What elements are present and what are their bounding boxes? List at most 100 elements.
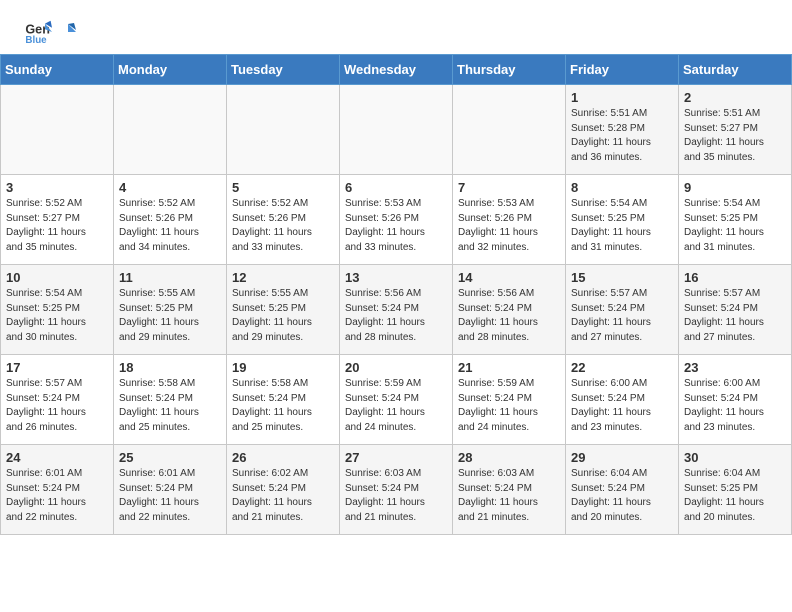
day-number: 7 xyxy=(458,180,560,195)
day-header-saturday: Saturday xyxy=(679,55,792,85)
calendar-cell: 4 Sunrise: 5:52 AM Sunset: 5:26 PM Daylig… xyxy=(114,175,227,265)
day-number: 27 xyxy=(345,450,447,465)
calendar-cell: 3Sunrise: 5:52 AM Sunset: 5:27 PM Daylig… xyxy=(1,175,114,265)
day-header-tuesday: Tuesday xyxy=(227,55,340,85)
day-info: Sunrise: 5:56 AM Sunset: 5:24 PM Dayligh… xyxy=(345,287,447,345)
day-info: Sunrise: 6:00 AM Sunset: 5:24 PM Dayligh… xyxy=(684,377,786,435)
day-number: 9 xyxy=(684,180,786,195)
day-number: 24 xyxy=(6,450,108,465)
calendar-cell xyxy=(340,85,453,175)
day-info: Sunrise: 5:51 AM Sunset: 5:28 PM Dayligh… xyxy=(571,107,673,165)
day-number: 21 xyxy=(458,360,560,375)
day-header-friday: Friday xyxy=(566,55,679,85)
day-number: 4 xyxy=(119,180,221,195)
day-number: 17 xyxy=(6,360,108,375)
day-info: Sunrise: 5:52 AM Sunset: 5:26 PM Dayligh… xyxy=(232,197,334,255)
day-number: 13 xyxy=(345,270,447,285)
day-info: Sunrise: 5:53 AM Sunset: 5:26 PM Dayligh… xyxy=(458,197,560,255)
day-number: 3 xyxy=(6,180,108,195)
calendar-cell: 26 Sunrise: 6:02 AM Sunset: 5:24 PM Dayli… xyxy=(227,445,340,535)
day-number: 11 xyxy=(119,270,221,285)
day-number: 12 xyxy=(232,270,334,285)
day-number: 2 xyxy=(684,90,786,105)
week-row-3: 10 Sunrise: 5:54 AM Sunset: 5:25 PM Dayli… xyxy=(1,265,792,355)
logo-icon: Gen Blue xyxy=(24,18,52,46)
calendar-cell: 21 Sunrise: 5:59 AM Sunset: 5:24 PM Dayli… xyxy=(453,355,566,445)
day-number: 29 xyxy=(571,450,673,465)
logo-flag-icon xyxy=(58,22,78,42)
calendar-body: 1 Sunrise: 5:51 AM Sunset: 5:28 PM Daylig… xyxy=(1,85,792,535)
day-number: 10 xyxy=(6,270,108,285)
day-number: 15 xyxy=(571,270,673,285)
calendar-cell: 28 Sunrise: 6:03 AM Sunset: 5:24 PM Dayli… xyxy=(453,445,566,535)
calendar-cell xyxy=(227,85,340,175)
calendar-cell: 12Sunrise: 5:55 AM Sunset: 5:25 PM Dayli… xyxy=(227,265,340,355)
day-info: Sunrise: 5:54 AM Sunset: 5:25 PM Dayligh… xyxy=(571,197,673,255)
day-number: 23 xyxy=(684,360,786,375)
calendar-cell xyxy=(453,85,566,175)
calendar-cell: 19Sunrise: 5:58 AM Sunset: 5:24 PM Dayli… xyxy=(227,355,340,445)
day-info: Sunrise: 5:54 AM Sunset: 5:25 PM Dayligh… xyxy=(6,287,108,345)
day-info: Sunrise: 6:01 AM Sunset: 5:24 PM Dayligh… xyxy=(119,467,221,525)
calendar-cell: 18Sunrise: 5:58 AM Sunset: 5:24 PM Dayli… xyxy=(114,355,227,445)
calendar-cell: 9Sunrise: 5:54 AM Sunset: 5:25 PM Daylig… xyxy=(679,175,792,265)
calendar-cell: 16Sunrise: 5:57 AM Sunset: 5:24 PM Dayli… xyxy=(679,265,792,355)
day-info: Sunrise: 5:57 AM Sunset: 5:24 PM Dayligh… xyxy=(6,377,108,435)
days-of-week-row: SundayMondayTuesdayWednesdayThursdayFrid… xyxy=(1,55,792,85)
calendar-cell: 7 Sunrise: 5:53 AM Sunset: 5:26 PM Daylig… xyxy=(453,175,566,265)
day-number: 6 xyxy=(345,180,447,195)
day-header-sunday: Sunday xyxy=(1,55,114,85)
calendar-cell: 17 Sunrise: 5:57 AM Sunset: 5:24 PM Dayli… xyxy=(1,355,114,445)
calendar-table: SundayMondayTuesdayWednesdayThursdayFrid… xyxy=(0,54,792,535)
calendar-cell: 6 Sunrise: 5:53 AM Sunset: 5:26 PM Daylig… xyxy=(340,175,453,265)
calendar-cell: 2 Sunrise: 5:51 AM Sunset: 5:27 PM Daylig… xyxy=(679,85,792,175)
day-header-wednesday: Wednesday xyxy=(340,55,453,85)
calendar-cell: 25 Sunrise: 6:01 AM Sunset: 5:24 PM Dayli… xyxy=(114,445,227,535)
day-info: Sunrise: 6:04 AM Sunset: 5:24 PM Dayligh… xyxy=(571,467,673,525)
day-info: Sunrise: 6:01 AM Sunset: 5:24 PM Dayligh… xyxy=(6,467,108,525)
calendar-cell: 22 Sunrise: 6:00 AM Sunset: 5:24 PM Dayli… xyxy=(566,355,679,445)
day-info: Sunrise: 5:59 AM Sunset: 5:24 PM Dayligh… xyxy=(345,377,447,435)
day-info: Sunrise: 6:04 AM Sunset: 5:25 PM Dayligh… xyxy=(684,467,786,525)
day-info: Sunrise: 6:03 AM Sunset: 5:24 PM Dayligh… xyxy=(458,467,560,525)
week-row-5: 24 Sunrise: 6:01 AM Sunset: 5:24 PM Dayli… xyxy=(1,445,792,535)
day-info: Sunrise: 5:53 AM Sunset: 5:26 PM Dayligh… xyxy=(345,197,447,255)
day-number: 8 xyxy=(571,180,673,195)
calendar-cell: 27 Sunrise: 6:03 AM Sunset: 5:24 PM Dayli… xyxy=(340,445,453,535)
logo: Gen Blue xyxy=(24,18,80,46)
day-info: Sunrise: 6:00 AM Sunset: 5:24 PM Dayligh… xyxy=(571,377,673,435)
week-row-1: 1 Sunrise: 5:51 AM Sunset: 5:28 PM Daylig… xyxy=(1,85,792,175)
calendar-cell: 15 Sunrise: 5:57 AM Sunset: 5:24 PM Dayli… xyxy=(566,265,679,355)
day-info: Sunrise: 6:03 AM Sunset: 5:24 PM Dayligh… xyxy=(345,467,447,525)
week-row-2: 3Sunrise: 5:52 AM Sunset: 5:27 PM Daylig… xyxy=(1,175,792,265)
calendar-cell xyxy=(1,85,114,175)
calendar-cell: 10 Sunrise: 5:54 AM Sunset: 5:25 PM Dayli… xyxy=(1,265,114,355)
day-number: 5 xyxy=(232,180,334,195)
day-number: 14 xyxy=(458,270,560,285)
calendar-cell: 1 Sunrise: 5:51 AM Sunset: 5:28 PM Daylig… xyxy=(566,85,679,175)
day-number: 26 xyxy=(232,450,334,465)
day-info: Sunrise: 5:56 AM Sunset: 5:24 PM Dayligh… xyxy=(458,287,560,345)
calendar-cell: 30 Sunrise: 6:04 AM Sunset: 5:25 PM Dayli… xyxy=(679,445,792,535)
page-header: Gen Blue xyxy=(0,0,792,54)
day-number: 19 xyxy=(232,360,334,375)
day-info: Sunrise: 5:55 AM Sunset: 5:25 PM Dayligh… xyxy=(119,287,221,345)
calendar-cell xyxy=(114,85,227,175)
week-row-4: 17 Sunrise: 5:57 AM Sunset: 5:24 PM Dayli… xyxy=(1,355,792,445)
day-number: 1 xyxy=(571,90,673,105)
day-number: 30 xyxy=(684,450,786,465)
day-info: Sunrise: 5:51 AM Sunset: 5:27 PM Dayligh… xyxy=(684,107,786,165)
day-number: 18 xyxy=(119,360,221,375)
day-number: 25 xyxy=(119,450,221,465)
day-header-monday: Monday xyxy=(114,55,227,85)
day-number: 28 xyxy=(458,450,560,465)
day-number: 20 xyxy=(345,360,447,375)
day-info: Sunrise: 6:02 AM Sunset: 5:24 PM Dayligh… xyxy=(232,467,334,525)
calendar-cell: 8 Sunrise: 5:54 AM Sunset: 5:25 PM Daylig… xyxy=(566,175,679,265)
calendar-header: SundayMondayTuesdayWednesdayThursdayFrid… xyxy=(1,55,792,85)
day-info: Sunrise: 5:52 AM Sunset: 5:26 PM Dayligh… xyxy=(119,197,221,255)
day-info: Sunrise: 5:59 AM Sunset: 5:24 PM Dayligh… xyxy=(458,377,560,435)
calendar-cell: 13 Sunrise: 5:56 AM Sunset: 5:24 PM Dayli… xyxy=(340,265,453,355)
day-info: Sunrise: 5:57 AM Sunset: 5:24 PM Dayligh… xyxy=(571,287,673,345)
day-number: 22 xyxy=(571,360,673,375)
